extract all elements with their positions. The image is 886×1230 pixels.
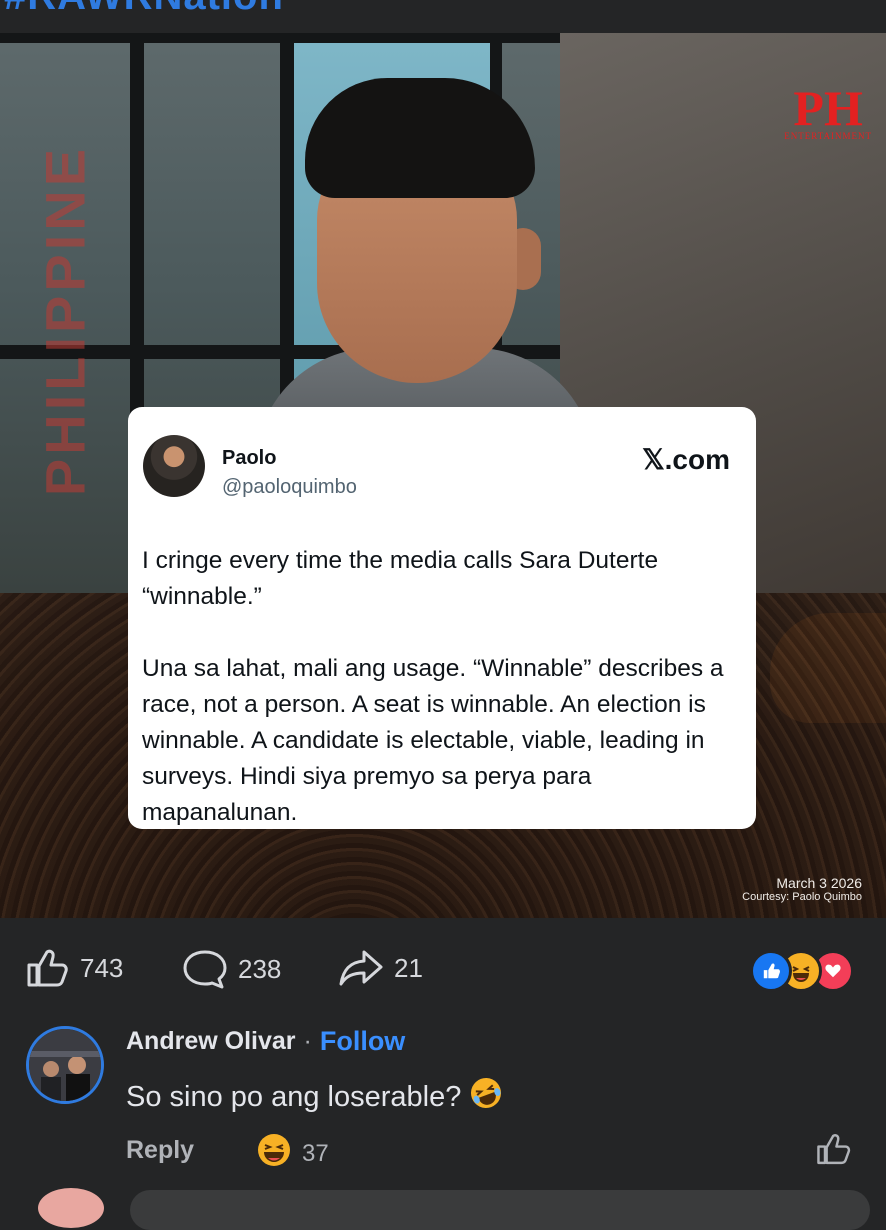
like-count: 743 xyxy=(80,952,124,983)
share-button[interactable]: 21 xyxy=(338,948,423,988)
comment-button[interactable]: 238 xyxy=(182,948,281,990)
next-comment-avatar[interactable] xyxy=(38,1188,104,1228)
tweet-author-name: Paolo xyxy=(222,447,277,469)
share-arrow-icon xyxy=(339,950,383,986)
x-logo: 𝕏.com xyxy=(642,444,730,475)
hashtag-link[interactable]: #RAWRNation xyxy=(4,0,284,19)
reaction-summary[interactable] xyxy=(750,950,860,992)
thumbs-up-icon xyxy=(27,949,68,987)
tweet-author-handle: @paoloquimbo xyxy=(222,476,357,498)
comment-count: 238 xyxy=(238,953,282,984)
comment-bubble-icon xyxy=(183,950,227,989)
photo-date: March 3 2026 xyxy=(776,875,862,891)
top-strip: #RAWRNation xyxy=(0,0,886,33)
tweet-body: I cringe every time the media calls Sara… xyxy=(142,547,724,826)
comment-like-button[interactable] xyxy=(816,1132,852,1171)
post-actions-bar: 743 238 21 xyxy=(0,940,886,996)
reply-button[interactable]: Reply xyxy=(126,1136,194,1165)
next-comment-bubble xyxy=(130,1190,870,1230)
comment-text: So sino po ang loserable? xyxy=(126,1076,503,1118)
like-button[interactable]: 743 xyxy=(26,948,123,988)
side-brand-text: PHILIPPINE xyxy=(33,144,97,497)
share-count: 21 xyxy=(394,952,423,983)
commenter-avatar[interactable] xyxy=(26,1026,104,1104)
comment-body: So sino po ang loserable? xyxy=(126,1080,462,1113)
follow-button[interactable]: Follow xyxy=(320,1026,405,1057)
comment-item: Andrew Olivar · Follow So sino po ang lo… xyxy=(0,1010,886,1200)
person-photo xyxy=(255,78,595,488)
photo-meta: March 3 2026 Courtesy: Paolo Quimbo xyxy=(742,875,862,903)
like-reaction-icon xyxy=(750,950,792,992)
grin-emoji xyxy=(256,1132,292,1175)
photo-credit: Courtesy: Paolo Quimbo xyxy=(742,891,862,903)
comment-header: Andrew Olivar · Follow xyxy=(126,1026,405,1057)
thumbs-up-icon xyxy=(817,1134,851,1165)
post-image[interactable]: PHILIPPINE PH ENTERTAINMENT Paolo @paolo… xyxy=(0,33,886,918)
tweet-card: Paolo @paoloquimbo 𝕏.com I cringe every … xyxy=(128,407,756,829)
separator-dot: · xyxy=(303,1027,312,1055)
comment-reactions[interactable]: 37 xyxy=(256,1132,329,1175)
commenter-name[interactable]: Andrew Olivar xyxy=(126,1027,296,1056)
comment-reaction-count: 37 xyxy=(302,1139,329,1167)
tweet-avatar xyxy=(143,435,205,497)
rofl-emoji xyxy=(469,1076,503,1118)
ph-entertainment-logo: PH ENTERTAINMENT xyxy=(784,80,872,141)
